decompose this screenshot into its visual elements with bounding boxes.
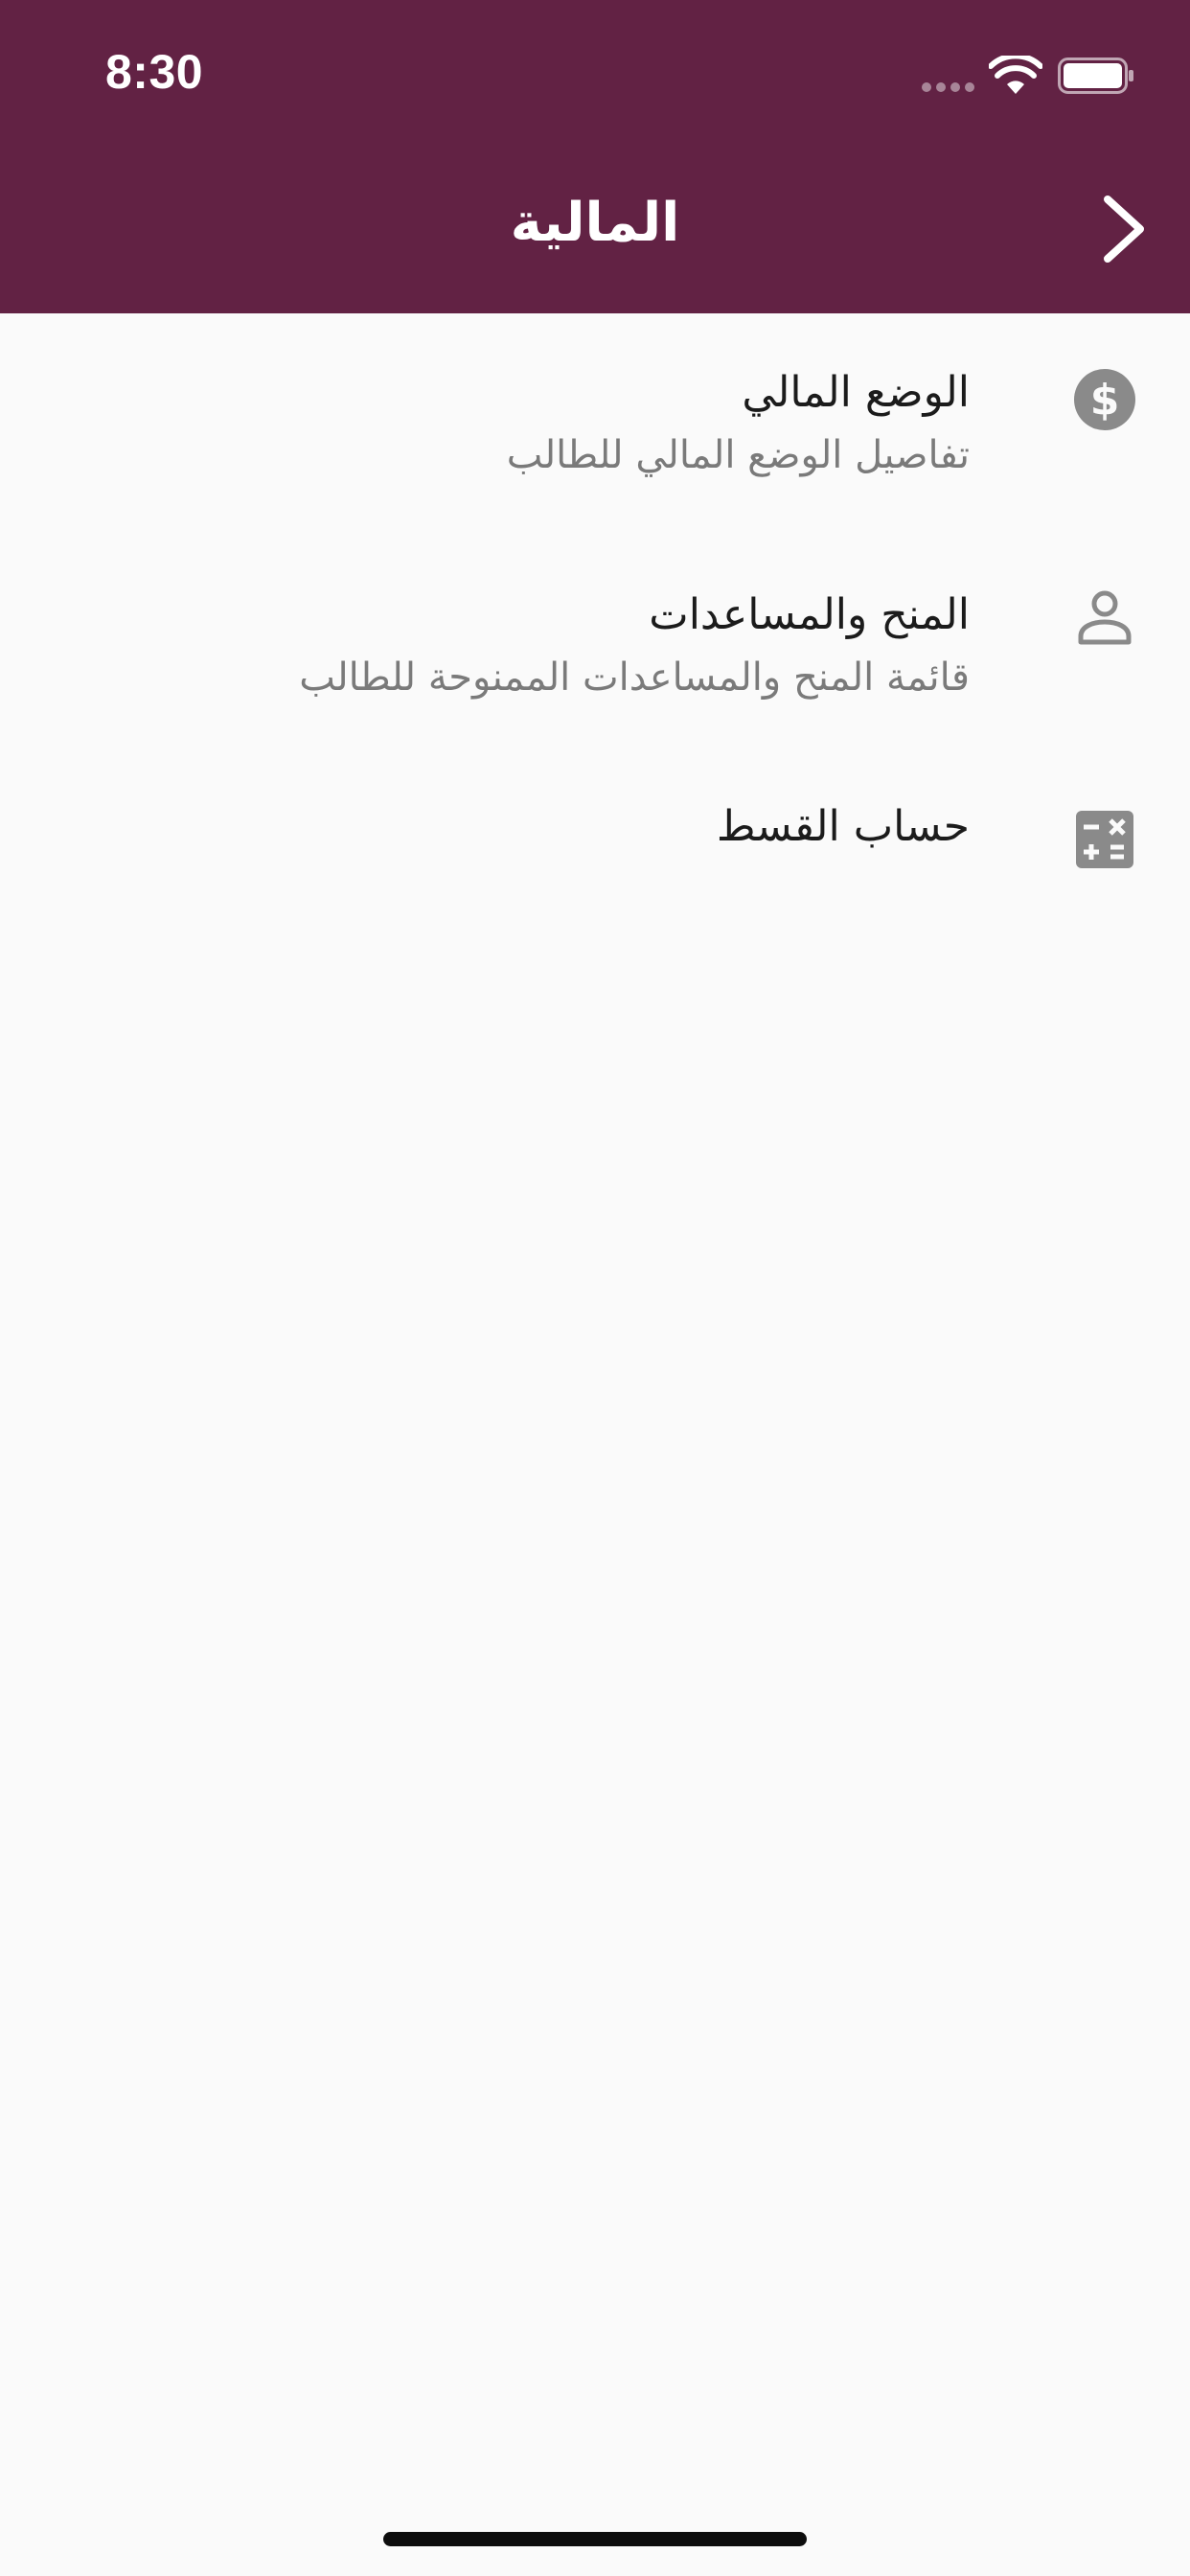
menu-item-grants-aid[interactable]: المنح والمساعدات قائمة المنح والمساعدات … (0, 565, 1190, 728)
page-title: المالية (510, 192, 680, 254)
menu-item-title: المنح والمساعدات (649, 590, 970, 639)
dollar-circle-icon: $ (1074, 369, 1135, 430)
person-icon (1078, 590, 1132, 645)
chevron-right-icon (1104, 196, 1144, 263)
wifi-icon (989, 56, 1042, 94)
menu-item-financial-status[interactable]: $ الوضع المالي تفاصيل الوضع المالي للطال… (0, 345, 1190, 508)
home-indicator[interactable] (383, 2532, 807, 2546)
cellular-signal-icon (922, 82, 974, 92)
status-time: 8:30 (105, 45, 204, 99)
battery-icon (1058, 58, 1133, 94)
svg-text:$: $ (1090, 376, 1120, 425)
menu-item-installment-calc[interactable]: حساب القسط (0, 781, 1190, 896)
back-button[interactable] (1090, 190, 1157, 268)
calculator-icon (1076, 811, 1133, 868)
app-header: 8:30 المالية (0, 0, 1190, 313)
menu-item-subtitle: قائمة المنح والمساعدات الممنوحة للطالب (299, 656, 970, 700)
menu-item-title: حساب القسط (716, 802, 970, 851)
menu-item-title: الوضع المالي (742, 368, 970, 417)
menu-item-subtitle: تفاصيل الوضع المالي للطالب (506, 433, 970, 477)
